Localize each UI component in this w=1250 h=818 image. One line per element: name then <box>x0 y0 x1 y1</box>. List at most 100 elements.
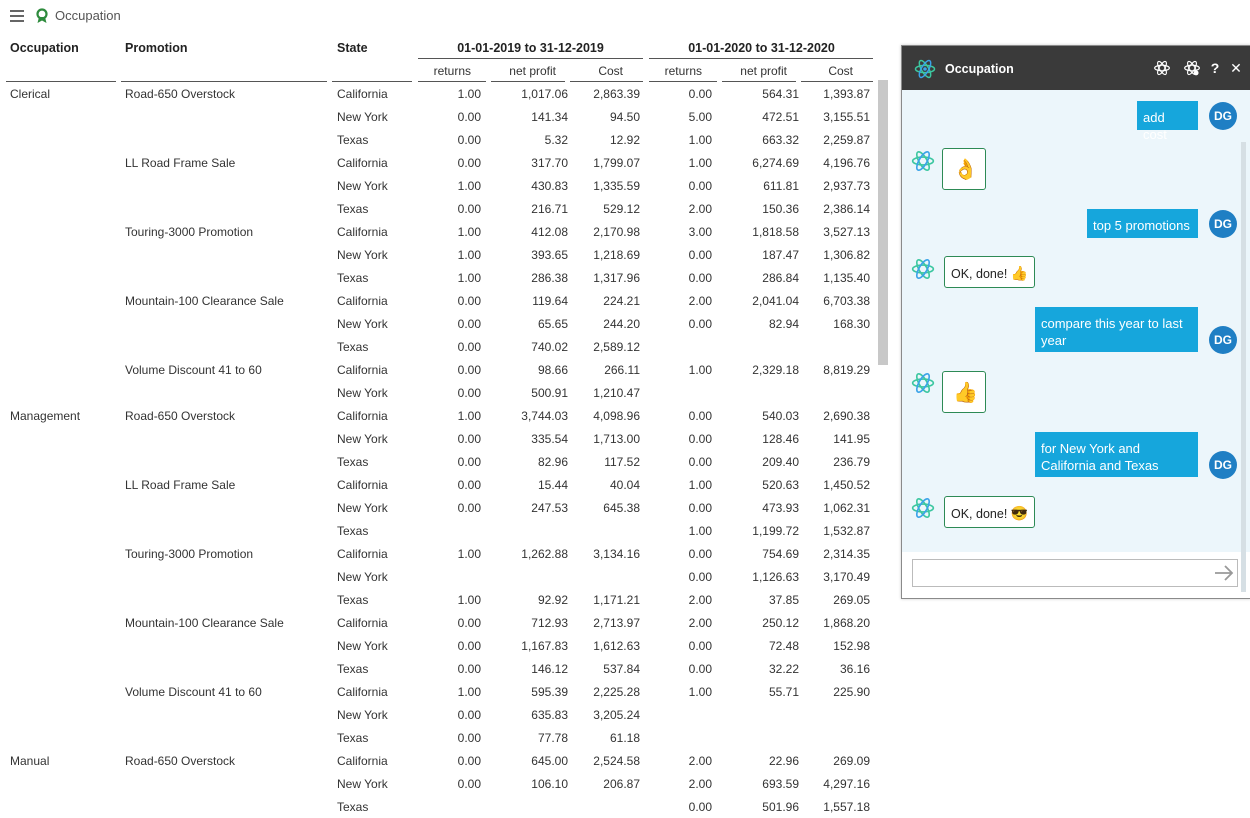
value-cell: 94.50 <box>609 110 640 124</box>
value-cell: 250.12 <box>762 616 799 630</box>
hamburger-menu-icon[interactable] <box>10 10 24 22</box>
value-cell: 0.00 <box>688 432 712 446</box>
value-cell: 1.00 <box>688 524 712 538</box>
value-cell: 0.00 <box>457 616 481 630</box>
value-cell: 82.96 <box>537 455 568 469</box>
user-avatar: DG <box>1209 451 1237 479</box>
value-cell: 2,314.35 <box>823 547 870 561</box>
value-cell: 0.00 <box>457 156 481 170</box>
value-cell: 1,306.82 <box>823 248 870 262</box>
user-message: add cost <box>1137 101 1198 142</box>
value-cell: 0.00 <box>688 87 712 101</box>
value-cell: 0.00 <box>688 248 712 262</box>
measure-header-cost[interactable]: Cost <box>570 64 623 78</box>
value-cell: 663.32 <box>762 133 799 147</box>
value-cell: 22.96 <box>768 754 799 768</box>
value-cell: 0.00 <box>457 639 481 653</box>
value-cell: 150.36 <box>762 202 799 216</box>
value-cell: 6,274.69 <box>752 156 799 170</box>
value-cell: 2,937.73 <box>823 179 870 193</box>
chat-input[interactable] <box>912 559 1238 587</box>
value-cell: 317.70 <box>531 156 568 170</box>
value-cell: 1.00 <box>457 409 481 423</box>
help-icon[interactable]: ? <box>1206 59 1224 77</box>
bot-avatar-icon <box>911 497 935 519</box>
value-cell: 2.00 <box>688 593 712 607</box>
user-message: compare this year to last year <box>1035 307 1198 352</box>
value-cell: 4,098.96 <box>593 409 640 423</box>
value-cell: 0.00 <box>688 570 712 584</box>
value-cell: 269.05 <box>833 593 870 607</box>
state-cell: California <box>337 87 388 101</box>
value-cell: 2,259.87 <box>823 133 870 147</box>
value-cell: 2,225.28 <box>593 685 640 699</box>
thumbs-up-emoji: 👍 <box>1010 265 1029 281</box>
value-cell: 2,170.98 <box>593 225 640 239</box>
value-cell: 1.00 <box>457 547 481 561</box>
value-cell: 3,527.13 <box>823 225 870 239</box>
value-cell: 3,170.49 <box>823 570 870 584</box>
period-2020-header[interactable]: 01-01-2020 to 31-12-2020 <box>649 41 874 55</box>
measure-header-cost[interactable]: Cost <box>800 64 853 78</box>
value-cell: 1,450.52 <box>823 478 870 492</box>
value-cell: 1.00 <box>457 685 481 699</box>
value-cell: 5.00 <box>688 110 712 124</box>
value-cell: 2,863.39 <box>593 87 640 101</box>
promotion-cell: Road-650 Overstock <box>125 87 236 101</box>
promotion-header[interactable]: Promotion <box>125 41 188 55</box>
measure-header-returns[interactable]: returns <box>418 64 471 78</box>
value-cell: 1,317.96 <box>593 271 640 285</box>
bot-avatar-icon <box>911 372 935 394</box>
value-cell: 3,155.51 <box>823 110 870 124</box>
value-cell: 0.00 <box>688 547 712 561</box>
state-cell: Texas <box>337 271 369 285</box>
state-cell: California <box>337 685 388 699</box>
value-cell: 0.00 <box>457 317 481 331</box>
value-cell: 2.00 <box>688 777 712 791</box>
send-arrow-icon[interactable] <box>1213 563 1235 583</box>
chat-scrollbar[interactable] <box>1241 142 1246 592</box>
promotion-cell: Volume Discount 41 to 60 <box>125 363 262 377</box>
ribbon-icon <box>36 8 48 23</box>
occupation-header[interactable]: Occupation <box>10 41 79 55</box>
value-cell: 1,818.58 <box>752 225 799 239</box>
value-cell: 1,062.31 <box>823 501 870 515</box>
bot-message: OK, done! 😎 <box>944 496 1035 528</box>
state-cell: New York <box>337 777 388 791</box>
value-cell: 500.91 <box>531 386 568 400</box>
value-cell: 0.00 <box>457 777 481 791</box>
period-2019-header[interactable]: 01-01-2019 to 31-12-2019 <box>418 41 643 55</box>
value-cell: 82.94 <box>768 317 799 331</box>
state-header[interactable]: State <box>337 41 368 55</box>
measure-header-returns[interactable]: returns <box>649 64 702 78</box>
chat-title: Occupation <box>945 62 1014 76</box>
promotion-cell: LL Road Frame Sale <box>125 478 236 492</box>
value-cell: 1.00 <box>688 685 712 699</box>
atom-logo-icon <box>914 59 936 79</box>
measure-header-net-profit[interactable]: net profit <box>490 64 556 78</box>
value-cell: 2,041.04 <box>752 294 799 308</box>
measure-header-net-profit[interactable]: net profit <box>721 64 787 78</box>
value-cell: 0.00 <box>688 317 712 331</box>
value-cell: 141.95 <box>833 432 870 446</box>
value-cell: 0.00 <box>457 754 481 768</box>
value-cell: 2.00 <box>688 294 712 308</box>
bot-message-text: OK, done! <box>951 507 1008 521</box>
atom-settings-icon[interactable] <box>1183 59 1201 77</box>
period-divider <box>418 58 643 59</box>
bot-message: 👌 <box>942 148 986 190</box>
state-cell: Texas <box>337 202 369 216</box>
report-scrollbar-thumb[interactable] <box>878 80 888 365</box>
value-cell: 266.11 <box>604 363 640 377</box>
state-cell: California <box>337 225 388 239</box>
value-cell: 1.00 <box>457 225 481 239</box>
value-cell: 3,134.16 <box>593 547 640 561</box>
close-icon[interactable]: ✕ <box>1227 59 1245 77</box>
value-cell: 6,703.38 <box>823 294 870 308</box>
value-cell: 187.47 <box>762 248 799 262</box>
value-cell: 77.78 <box>537 731 568 745</box>
value-cell: 412.08 <box>531 225 568 239</box>
value-cell: 55.71 <box>768 685 799 699</box>
thumbs-up-emoji: 👍 <box>953 382 978 404</box>
atom-icon[interactable] <box>1153 59 1171 77</box>
